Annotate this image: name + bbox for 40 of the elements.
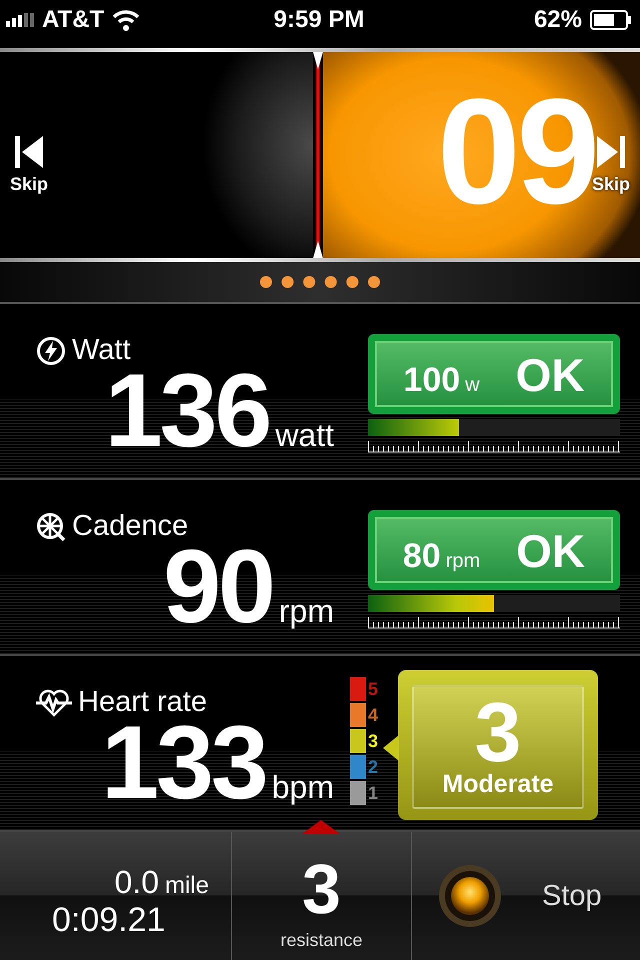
- signal-icon: [6, 13, 34, 27]
- countdown-number: 09: [437, 76, 596, 226]
- position-marker-icon: [313, 52, 323, 258]
- zone-number: 4: [368, 704, 380, 726]
- zone-number: 3: [368, 730, 380, 752]
- scale-ticks-icon: [368, 441, 620, 453]
- elapsed-time: 0:09.21: [52, 901, 166, 940]
- battery-icon: [590, 10, 632, 30]
- resistance-button[interactable]: 3 resistance: [231, 832, 411, 960]
- metric-unit: watt: [275, 417, 334, 454]
- zone-number: 1: [368, 782, 380, 804]
- lamp-icon: [438, 864, 502, 928]
- target-unit: w: [465, 374, 480, 397]
- wheel-icon: [36, 512, 66, 542]
- stop-button[interactable]: Stop: [411, 832, 640, 960]
- wifi-icon: [112, 9, 140, 31]
- distance-value: 0.0: [114, 864, 159, 901]
- zone-number: 5: [368, 678, 380, 700]
- skip-forward-icon: [596, 136, 625, 168]
- status-text: OK: [516, 524, 586, 578]
- heartbeat-icon: [36, 688, 72, 716]
- metric-unit: rpm: [278, 593, 334, 630]
- zone-name: Moderate: [442, 770, 554, 800]
- scale-ticks-icon: [368, 617, 620, 629]
- target-value: 100: [403, 361, 460, 400]
- metric-unit: bpm: [272, 769, 334, 806]
- status-text: OK: [516, 348, 585, 402]
- page-dots-icon: [259, 275, 381, 290]
- target-value: 80: [402, 537, 441, 576]
- battery-percent: 62%: [534, 6, 582, 34]
- clock-time: 9:59 PM: [274, 6, 364, 34]
- lightning-icon: [36, 336, 66, 366]
- zone-number: 2: [368, 756, 380, 778]
- skip-back-icon: [15, 136, 43, 168]
- carrier-name: AT&T: [42, 6, 104, 34]
- distance-unit: mile: [164, 872, 209, 900]
- resistance-up-icon: [302, 820, 340, 834]
- skip-back-button[interactable]: Skip: [10, 136, 48, 195]
- zone-value: 3: [474, 694, 522, 770]
- target-unit: rpm: [446, 550, 480, 573]
